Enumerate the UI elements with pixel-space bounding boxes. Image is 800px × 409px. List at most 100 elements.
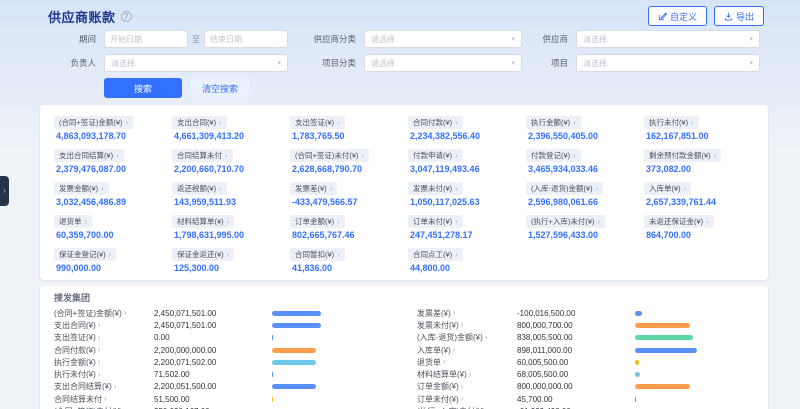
clear-search-button[interactable]: 清空搜索 xyxy=(190,78,250,98)
metric-label[interactable]: 订单金额(¥) › xyxy=(417,381,517,392)
metric-label[interactable]: (入库-退货)金额(¥) › xyxy=(417,332,517,343)
metric-label[interactable]: 合同结算未付 › xyxy=(54,394,154,405)
metric-bar[interactable] xyxy=(272,348,316,353)
metric-label[interactable]: 发票差(¥) › xyxy=(417,308,517,319)
stat-value[interactable]: 125,300.00 xyxy=(172,263,282,273)
stat-label[interactable]: 合同结算未付 › xyxy=(172,149,233,162)
stat-value[interactable]: 373,082.00 xyxy=(644,164,754,174)
stat-value[interactable]: 1,798,631,995.00 xyxy=(172,230,282,240)
stat-label[interactable]: 保证金登记(¥) › xyxy=(54,248,116,261)
metric-bar[interactable] xyxy=(635,323,690,328)
stat-value[interactable]: 2,628,668,790.70 xyxy=(290,164,400,174)
stat-label[interactable]: 执行金额(¥) › xyxy=(526,116,581,129)
metric-bar[interactable] xyxy=(272,397,273,402)
metric-label[interactable]: (合同+签证)金额(¥) › xyxy=(54,308,154,319)
stat-label[interactable]: 合同暂扣(¥) › xyxy=(290,248,345,261)
metric-bar[interactable] xyxy=(272,360,316,365)
stat-label[interactable]: 支出合同(¥) › xyxy=(172,116,227,129)
stat-value[interactable]: 2,379,476,087.00 xyxy=(54,164,164,174)
metric-bar[interactable] xyxy=(272,384,316,389)
metric-label[interactable]: 发票未付(¥) › xyxy=(417,320,517,331)
metric-label[interactable]: 材料结算单(¥) › xyxy=(417,369,517,380)
stat-value[interactable]: 3,032,456,486.89 xyxy=(54,197,164,207)
stat-value[interactable]: -433,479,566.57 xyxy=(290,197,400,207)
stat-label[interactable]: (执行+入库)未付(¥) › xyxy=(526,215,605,228)
stat-value[interactable]: 4,863,093,178.70 xyxy=(54,131,164,141)
search-button[interactable]: 搜索 xyxy=(104,78,182,98)
metric-label[interactable]: 支出合同(¥) › xyxy=(54,320,154,331)
metric-label[interactable]: 支出签证(¥) › xyxy=(54,332,154,343)
metric-label[interactable]: 执行金额(¥) › xyxy=(54,357,154,368)
supplier-category-select[interactable]: 请选择 ▾ xyxy=(364,30,522,48)
stat-value[interactable]: 41,836.00 xyxy=(290,263,400,273)
owner-select[interactable]: 请选择 ▾ xyxy=(104,54,288,72)
stat-value[interactable]: 44,800.00 xyxy=(408,263,518,273)
stat-value[interactable]: 2,234,382,556.40 xyxy=(408,131,518,141)
metric-bar[interactable] xyxy=(635,311,642,316)
export-button[interactable]: 导出 xyxy=(714,6,764,26)
stat-label[interactable]: 退货单 › xyxy=(54,215,92,228)
stat-label[interactable]: 合同付款(¥) › xyxy=(408,116,463,129)
stat-value[interactable]: 864,700.00 xyxy=(644,230,754,240)
stat-value[interactable]: 4,661,309,413.20 xyxy=(172,131,282,141)
project-category-select[interactable]: 请选择 ▾ xyxy=(364,54,522,72)
metric-bar[interactable] xyxy=(635,360,639,365)
metric-bar[interactable] xyxy=(272,311,321,316)
stat-label[interactable]: 保证金返还(¥) › xyxy=(172,248,234,261)
stat-label[interactable]: 订单金额(¥) › xyxy=(290,215,345,228)
stat-value[interactable]: 247,451,278.17 xyxy=(408,230,518,240)
metric-bar[interactable] xyxy=(635,397,636,402)
stat-value[interactable]: 2,396,550,405.00 xyxy=(526,131,636,141)
stat-label[interactable]: 付款登记(¥) › xyxy=(526,149,581,162)
stat-value[interactable]: 990,000.00 xyxy=(54,263,164,273)
stat-label[interactable]: 剩余预付款金额(¥) › xyxy=(644,149,721,162)
stat-value[interactable]: 162,167,851.00 xyxy=(644,131,754,141)
metric-bar[interactable] xyxy=(272,372,273,377)
metric-label[interactable]: 入库单(¥) › xyxy=(417,345,517,356)
stat-label[interactable]: 发票未付(¥) › xyxy=(408,182,463,195)
metric-label[interactable]: 退货单 › xyxy=(417,357,517,368)
project-select[interactable]: 请选择 ▾ xyxy=(576,54,760,72)
metric-label[interactable]: 合同付款(¥) › xyxy=(54,345,154,356)
stat-label[interactable]: (入库-退货)金额(¥) › xyxy=(526,182,603,195)
metric-bar[interactable] xyxy=(635,384,690,389)
stat-label[interactable]: 支出签证(¥) › xyxy=(290,116,345,129)
stat-value[interactable]: 802,665,767.46 xyxy=(290,230,400,240)
metric-label[interactable]: 执行未付(¥) › xyxy=(54,369,154,380)
stat-label[interactable]: 支出合同结算(¥) › xyxy=(54,149,124,162)
stat-label[interactable]: 未返还保证金(¥) › xyxy=(644,215,714,228)
stat-label[interactable]: 付款申请(¥) › xyxy=(408,149,463,162)
stat-label[interactable]: 合同点工(¥) › xyxy=(408,248,463,261)
help-icon[interactable]: ? xyxy=(121,11,132,22)
start-date-input[interactable] xyxy=(104,30,188,48)
stat-value[interactable]: 1,527,596,433.00 xyxy=(526,230,636,240)
metric-bar[interactable] xyxy=(635,335,693,340)
stat-label[interactable]: (合同+签证)金额(¥) › xyxy=(54,116,133,129)
stat-label[interactable]: 执行未付(¥) › xyxy=(644,116,699,129)
stat-value[interactable]: 3,047,119,493.46 xyxy=(408,164,518,174)
metric-bar[interactable] xyxy=(635,372,640,377)
customize-button[interactable]: 自定义 xyxy=(648,6,707,26)
metric-label[interactable]: 支出合同结算(¥) › xyxy=(54,381,154,392)
stat-label[interactable]: (合同+签证)未付(¥) › xyxy=(290,149,369,162)
stat-value[interactable]: 143,959,511.93 xyxy=(172,197,282,207)
stat-value[interactable]: 2,200,660,710.70 xyxy=(172,164,282,174)
stat-value[interactable]: 60,359,700.00 xyxy=(54,230,164,240)
stat-value[interactable]: 1,783,765.50 xyxy=(290,131,400,141)
stat-label[interactable]: 材料结算单(¥) › xyxy=(172,215,234,228)
metric-bar[interactable] xyxy=(272,335,273,340)
stat-label[interactable]: 订单未付(¥) › xyxy=(408,215,463,228)
drawer-handle[interactable]: › xyxy=(0,176,9,206)
supplier-select[interactable]: 请选择 ▾ xyxy=(576,30,760,48)
stat-value[interactable]: 2,596,980,061.66 xyxy=(526,197,636,207)
stat-label[interactable]: 入库单(¥) › xyxy=(644,182,691,195)
stat-value[interactable]: 1,050,117,025.63 xyxy=(408,197,518,207)
group-title[interactable]: 搜发集团 xyxy=(54,291,754,304)
metric-bar[interactable] xyxy=(635,348,697,353)
stat-label[interactable]: 返还税额(¥) › xyxy=(172,182,227,195)
metric-label[interactable]: 订单未付(¥) › xyxy=(417,394,517,405)
stat-value[interactable]: 2,657,339,761.44 xyxy=(644,197,754,207)
stat-label[interactable]: 发票差(¥) › xyxy=(290,182,337,195)
stat-value[interactable]: 3,465,934,033.46 xyxy=(526,164,636,174)
stat-label[interactable]: 发票金额(¥) › xyxy=(54,182,109,195)
